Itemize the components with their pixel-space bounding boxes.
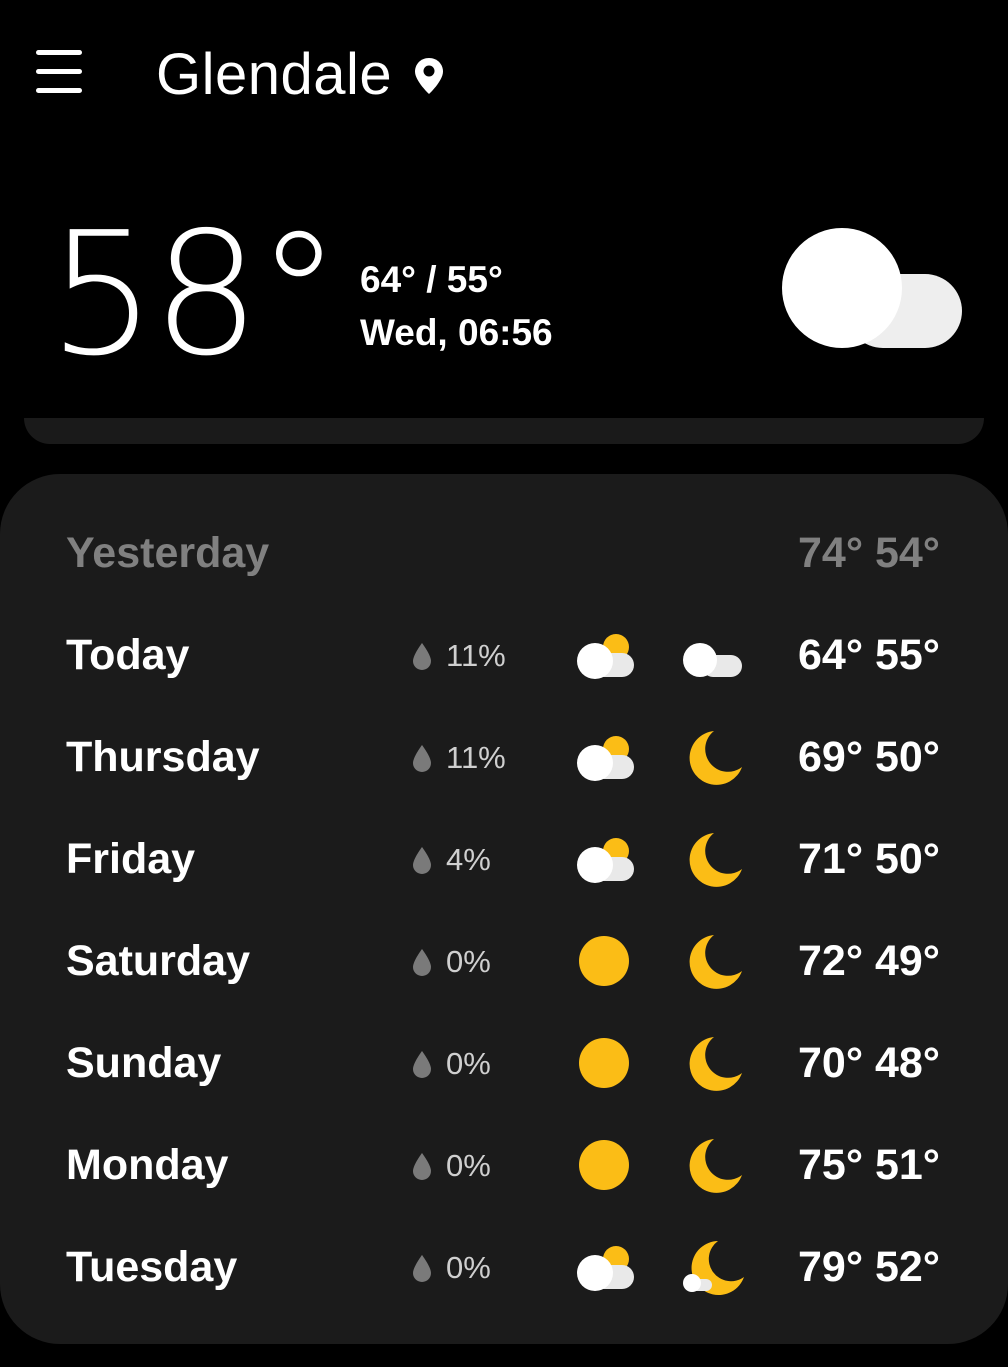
precipitation-chance: 11%	[446, 740, 506, 775]
moon-icon	[689, 731, 742, 785]
raindrop-icon	[413, 1255, 431, 1282]
moon-icon	[689, 1037, 742, 1091]
forecast-row-friday[interactable]: Friday 4% 71° 50°	[0, 814, 1008, 904]
precipitation-chance: 11%	[446, 638, 506, 673]
high-low-temps: 79° 52°	[798, 1243, 940, 1291]
location-pin-icon[interactable]	[412, 56, 446, 96]
partly-cloudy-day-icon	[577, 1246, 634, 1291]
partly-cloudy-day-icon	[577, 736, 634, 781]
cloudy-night-icon	[683, 643, 742, 677]
moon-icon	[689, 935, 742, 989]
sun-icon	[579, 1140, 629, 1190]
high-low-temps: 74° 54°	[798, 529, 940, 577]
forecast-row-thursday[interactable]: Thursday 11% 69° 50°	[0, 712, 1008, 802]
forecast-row-sunday[interactable]: Sunday 0% 70° 48°	[0, 1018, 1008, 1108]
raindrop-icon	[413, 745, 431, 772]
day-label: Today	[66, 631, 190, 679]
high-low-temps: 64° 55°	[798, 631, 940, 679]
precipitation-chance: 4%	[446, 842, 491, 877]
daily-forecast-card: Yesterday 74° 54° Today 11% 64° 55° Thur…	[0, 474, 1008, 1344]
day-label: Friday	[66, 835, 196, 883]
sun-icon	[579, 1038, 629, 1088]
partly-cloudy-night-icon	[683, 1241, 744, 1295]
raindrop-icon	[413, 847, 431, 874]
current-temperature: 58°	[48, 196, 341, 394]
day-label: Thursday	[66, 733, 260, 781]
day-label: Yesterday	[66, 529, 270, 577]
high-low-temps: 70° 48°	[798, 1039, 940, 1087]
raindrop-icon	[413, 643, 431, 670]
section-divider	[24, 418, 984, 444]
high-low-temps: 75° 51°	[798, 1141, 940, 1189]
moon-icon	[689, 833, 742, 887]
partly-cloudy-day-icon	[577, 838, 634, 883]
precipitation-chance: 0%	[446, 1250, 491, 1285]
day-label: Sunday	[66, 1039, 222, 1087]
high-low-temps: 72° 49°	[798, 937, 940, 985]
city-name[interactable]: Glendale	[156, 40, 392, 110]
sun-icon	[579, 936, 629, 986]
precipitation-chance: 0%	[446, 1148, 491, 1183]
forecast-row-tuesday[interactable]: Tuesday 0% 79° 52°	[0, 1222, 1008, 1312]
app-header: Glendale	[0, 0, 1008, 150]
menu-line	[36, 88, 82, 93]
forecast-row-today[interactable]: Today 11% 64° 55°	[0, 610, 1008, 700]
raindrop-icon	[413, 1051, 431, 1078]
high-low-temps: 71° 50°	[798, 835, 940, 883]
menu-line	[36, 50, 82, 55]
day-label: Saturday	[66, 937, 251, 985]
raindrop-icon	[413, 949, 431, 976]
high-low-temperature: 64° / 55°	[360, 259, 503, 300]
cloudy-icon	[782, 228, 962, 348]
forecast-row-monday[interactable]: Monday 0% 75° 51°	[0, 1120, 1008, 1210]
menu-button[interactable]	[30, 44, 86, 100]
day-label: Tuesday	[66, 1243, 238, 1291]
high-low-temps: 69° 50°	[798, 733, 940, 781]
partly-cloudy-day-icon	[577, 634, 634, 679]
current-datetime: Wed, 06:56	[360, 312, 553, 353]
precipitation-chance: 0%	[446, 1046, 491, 1081]
yesterday-row: Yesterday 74° 54°	[0, 508, 1008, 598]
precipitation-chance: 0%	[446, 944, 491, 979]
forecast-row-saturday[interactable]: Saturday 0% 72° 49°	[0, 916, 1008, 1006]
menu-line	[36, 69, 82, 74]
day-label: Monday	[66, 1141, 229, 1189]
raindrop-icon	[413, 1153, 431, 1180]
moon-icon	[689, 1139, 742, 1193]
bottom-edge	[0, 1344, 1008, 1367]
